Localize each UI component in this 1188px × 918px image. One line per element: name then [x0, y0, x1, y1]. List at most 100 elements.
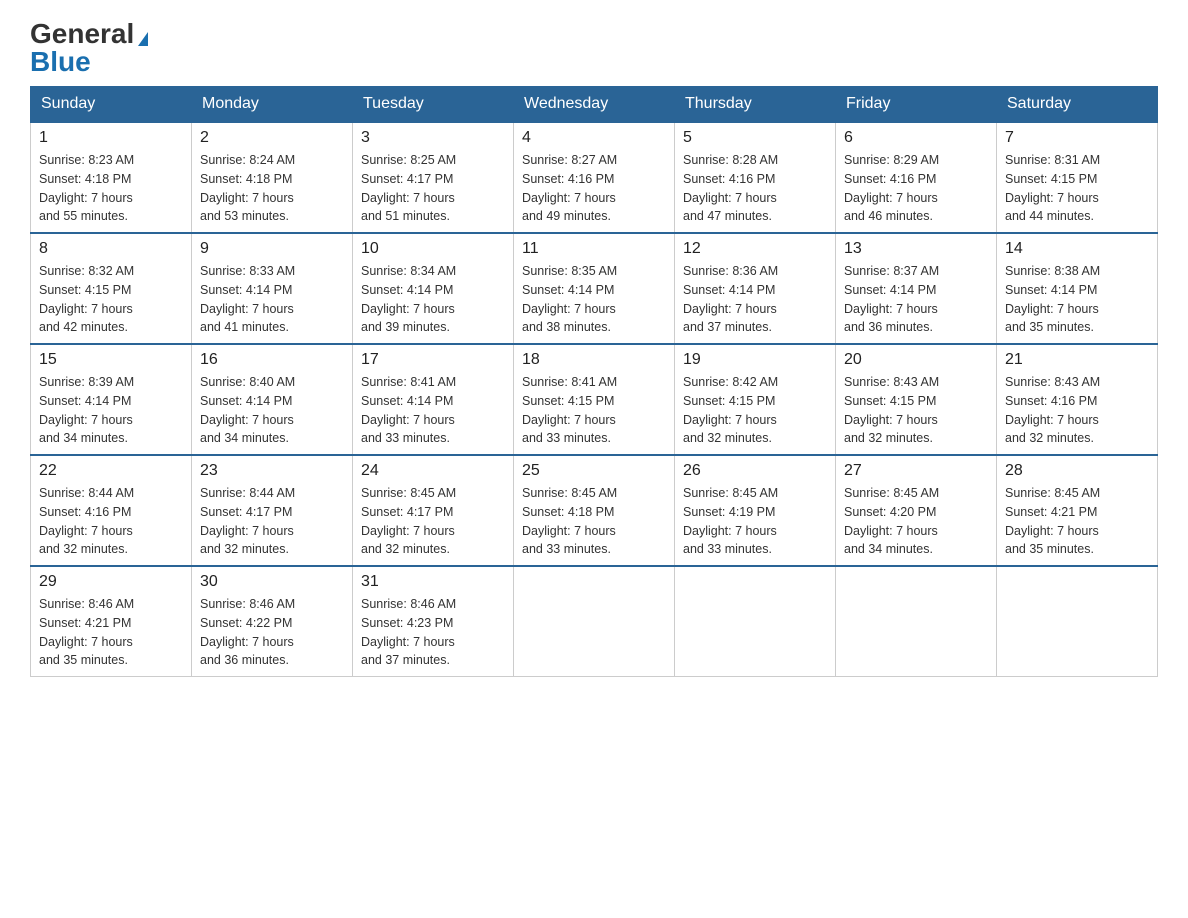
day-number: 23 [200, 462, 344, 480]
day-number: 9 [200, 240, 344, 258]
calendar-cell: 12 Sunrise: 8:36 AMSunset: 4:14 PMDaylig… [675, 233, 836, 344]
logo-triangle-icon [138, 32, 148, 46]
weekday-header-row: SundayMondayTuesdayWednesdayThursdayFrid… [31, 87, 1158, 123]
day-number: 8 [39, 240, 183, 258]
day-info: Sunrise: 8:42 AMSunset: 4:15 PMDaylight:… [683, 375, 778, 445]
calendar-cell [836, 566, 997, 677]
calendar-cell: 20 Sunrise: 8:43 AMSunset: 4:15 PMDaylig… [836, 344, 997, 455]
day-info: Sunrise: 8:45 AMSunset: 4:20 PMDaylight:… [844, 486, 939, 556]
calendar-cell [997, 566, 1158, 677]
day-info: Sunrise: 8:29 AMSunset: 4:16 PMDaylight:… [844, 153, 939, 223]
day-info: Sunrise: 8:23 AMSunset: 4:18 PMDaylight:… [39, 153, 134, 223]
day-info: Sunrise: 8:36 AMSunset: 4:14 PMDaylight:… [683, 264, 778, 334]
day-info: Sunrise: 8:40 AMSunset: 4:14 PMDaylight:… [200, 375, 295, 445]
day-number: 16 [200, 351, 344, 369]
day-number: 28 [1005, 462, 1149, 480]
logo-blue-text: Blue [30, 48, 91, 76]
day-number: 15 [39, 351, 183, 369]
day-number: 18 [522, 351, 666, 369]
calendar-cell: 11 Sunrise: 8:35 AMSunset: 4:14 PMDaylig… [514, 233, 675, 344]
calendar-cell: 16 Sunrise: 8:40 AMSunset: 4:14 PMDaylig… [192, 344, 353, 455]
day-info: Sunrise: 8:43 AMSunset: 4:15 PMDaylight:… [844, 375, 939, 445]
page-header: General Blue [30, 20, 1158, 76]
calendar-cell: 9 Sunrise: 8:33 AMSunset: 4:14 PMDayligh… [192, 233, 353, 344]
calendar-cell [675, 566, 836, 677]
day-info: Sunrise: 8:31 AMSunset: 4:15 PMDaylight:… [1005, 153, 1100, 223]
calendar-cell: 23 Sunrise: 8:44 AMSunset: 4:17 PMDaylig… [192, 455, 353, 566]
calendar-cell: 10 Sunrise: 8:34 AMSunset: 4:14 PMDaylig… [353, 233, 514, 344]
day-info: Sunrise: 8:44 AMSunset: 4:16 PMDaylight:… [39, 486, 134, 556]
calendar-cell: 26 Sunrise: 8:45 AMSunset: 4:19 PMDaylig… [675, 455, 836, 566]
day-info: Sunrise: 8:38 AMSunset: 4:14 PMDaylight:… [1005, 264, 1100, 334]
calendar-cell: 1 Sunrise: 8:23 AMSunset: 4:18 PMDayligh… [31, 122, 192, 233]
day-number: 19 [683, 351, 827, 369]
day-info: Sunrise: 8:46 AMSunset: 4:22 PMDaylight:… [200, 597, 295, 667]
calendar-cell: 29 Sunrise: 8:46 AMSunset: 4:21 PMDaylig… [31, 566, 192, 677]
weekday-header-saturday: Saturday [997, 87, 1158, 123]
day-number: 30 [200, 573, 344, 591]
logo-general-text: General [30, 18, 134, 49]
calendar-cell: 13 Sunrise: 8:37 AMSunset: 4:14 PMDaylig… [836, 233, 997, 344]
day-info: Sunrise: 8:45 AMSunset: 4:21 PMDaylight:… [1005, 486, 1100, 556]
day-number: 14 [1005, 240, 1149, 258]
day-info: Sunrise: 8:41 AMSunset: 4:14 PMDaylight:… [361, 375, 456, 445]
logo: General Blue [30, 20, 148, 76]
day-number: 25 [522, 462, 666, 480]
calendar-cell: 19 Sunrise: 8:42 AMSunset: 4:15 PMDaylig… [675, 344, 836, 455]
calendar-table: SundayMondayTuesdayWednesdayThursdayFrid… [30, 86, 1158, 677]
day-info: Sunrise: 8:45 AMSunset: 4:17 PMDaylight:… [361, 486, 456, 556]
calendar-cell: 2 Sunrise: 8:24 AMSunset: 4:18 PMDayligh… [192, 122, 353, 233]
day-info: Sunrise: 8:27 AMSunset: 4:16 PMDaylight:… [522, 153, 617, 223]
calendar-cell: 17 Sunrise: 8:41 AMSunset: 4:14 PMDaylig… [353, 344, 514, 455]
weekday-header-sunday: Sunday [31, 87, 192, 123]
calendar-cell: 21 Sunrise: 8:43 AMSunset: 4:16 PMDaylig… [997, 344, 1158, 455]
calendar-cell: 7 Sunrise: 8:31 AMSunset: 4:15 PMDayligh… [997, 122, 1158, 233]
calendar-cell: 31 Sunrise: 8:46 AMSunset: 4:23 PMDaylig… [353, 566, 514, 677]
weekday-header-tuesday: Tuesday [353, 87, 514, 123]
day-number: 4 [522, 129, 666, 147]
day-info: Sunrise: 8:37 AMSunset: 4:14 PMDaylight:… [844, 264, 939, 334]
calendar-cell: 14 Sunrise: 8:38 AMSunset: 4:14 PMDaylig… [997, 233, 1158, 344]
calendar-cell: 30 Sunrise: 8:46 AMSunset: 4:22 PMDaylig… [192, 566, 353, 677]
day-info: Sunrise: 8:28 AMSunset: 4:16 PMDaylight:… [683, 153, 778, 223]
weekday-header-friday: Friday [836, 87, 997, 123]
weekday-header-monday: Monday [192, 87, 353, 123]
weekday-header-wednesday: Wednesday [514, 87, 675, 123]
day-number: 12 [683, 240, 827, 258]
calendar-week-row: 8 Sunrise: 8:32 AMSunset: 4:15 PMDayligh… [31, 233, 1158, 344]
day-number: 17 [361, 351, 505, 369]
calendar-cell: 15 Sunrise: 8:39 AMSunset: 4:14 PMDaylig… [31, 344, 192, 455]
day-number: 24 [361, 462, 505, 480]
calendar-cell: 18 Sunrise: 8:41 AMSunset: 4:15 PMDaylig… [514, 344, 675, 455]
day-info: Sunrise: 8:41 AMSunset: 4:15 PMDaylight:… [522, 375, 617, 445]
calendar-cell: 22 Sunrise: 8:44 AMSunset: 4:16 PMDaylig… [31, 455, 192, 566]
day-number: 29 [39, 573, 183, 591]
day-info: Sunrise: 8:43 AMSunset: 4:16 PMDaylight:… [1005, 375, 1100, 445]
day-number: 22 [39, 462, 183, 480]
calendar-week-row: 15 Sunrise: 8:39 AMSunset: 4:14 PMDaylig… [31, 344, 1158, 455]
day-info: Sunrise: 8:35 AMSunset: 4:14 PMDaylight:… [522, 264, 617, 334]
calendar-cell: 24 Sunrise: 8:45 AMSunset: 4:17 PMDaylig… [353, 455, 514, 566]
calendar-cell: 28 Sunrise: 8:45 AMSunset: 4:21 PMDaylig… [997, 455, 1158, 566]
day-number: 2 [200, 129, 344, 147]
day-number: 3 [361, 129, 505, 147]
calendar-cell: 8 Sunrise: 8:32 AMSunset: 4:15 PMDayligh… [31, 233, 192, 344]
calendar-cell: 5 Sunrise: 8:28 AMSunset: 4:16 PMDayligh… [675, 122, 836, 233]
day-number: 1 [39, 129, 183, 147]
day-number: 6 [844, 129, 988, 147]
day-info: Sunrise: 8:46 AMSunset: 4:23 PMDaylight:… [361, 597, 456, 667]
day-info: Sunrise: 8:46 AMSunset: 4:21 PMDaylight:… [39, 597, 134, 667]
day-info: Sunrise: 8:39 AMSunset: 4:14 PMDaylight:… [39, 375, 134, 445]
calendar-cell: 3 Sunrise: 8:25 AMSunset: 4:17 PMDayligh… [353, 122, 514, 233]
day-number: 11 [522, 240, 666, 258]
day-info: Sunrise: 8:24 AMSunset: 4:18 PMDaylight:… [200, 153, 295, 223]
day-info: Sunrise: 8:45 AMSunset: 4:19 PMDaylight:… [683, 486, 778, 556]
calendar-week-row: 29 Sunrise: 8:46 AMSunset: 4:21 PMDaylig… [31, 566, 1158, 677]
calendar-week-row: 1 Sunrise: 8:23 AMSunset: 4:18 PMDayligh… [31, 122, 1158, 233]
day-number: 21 [1005, 351, 1149, 369]
day-number: 7 [1005, 129, 1149, 147]
calendar-cell: 25 Sunrise: 8:45 AMSunset: 4:18 PMDaylig… [514, 455, 675, 566]
day-info: Sunrise: 8:44 AMSunset: 4:17 PMDaylight:… [200, 486, 295, 556]
day-info: Sunrise: 8:45 AMSunset: 4:18 PMDaylight:… [522, 486, 617, 556]
calendar-cell: 4 Sunrise: 8:27 AMSunset: 4:16 PMDayligh… [514, 122, 675, 233]
